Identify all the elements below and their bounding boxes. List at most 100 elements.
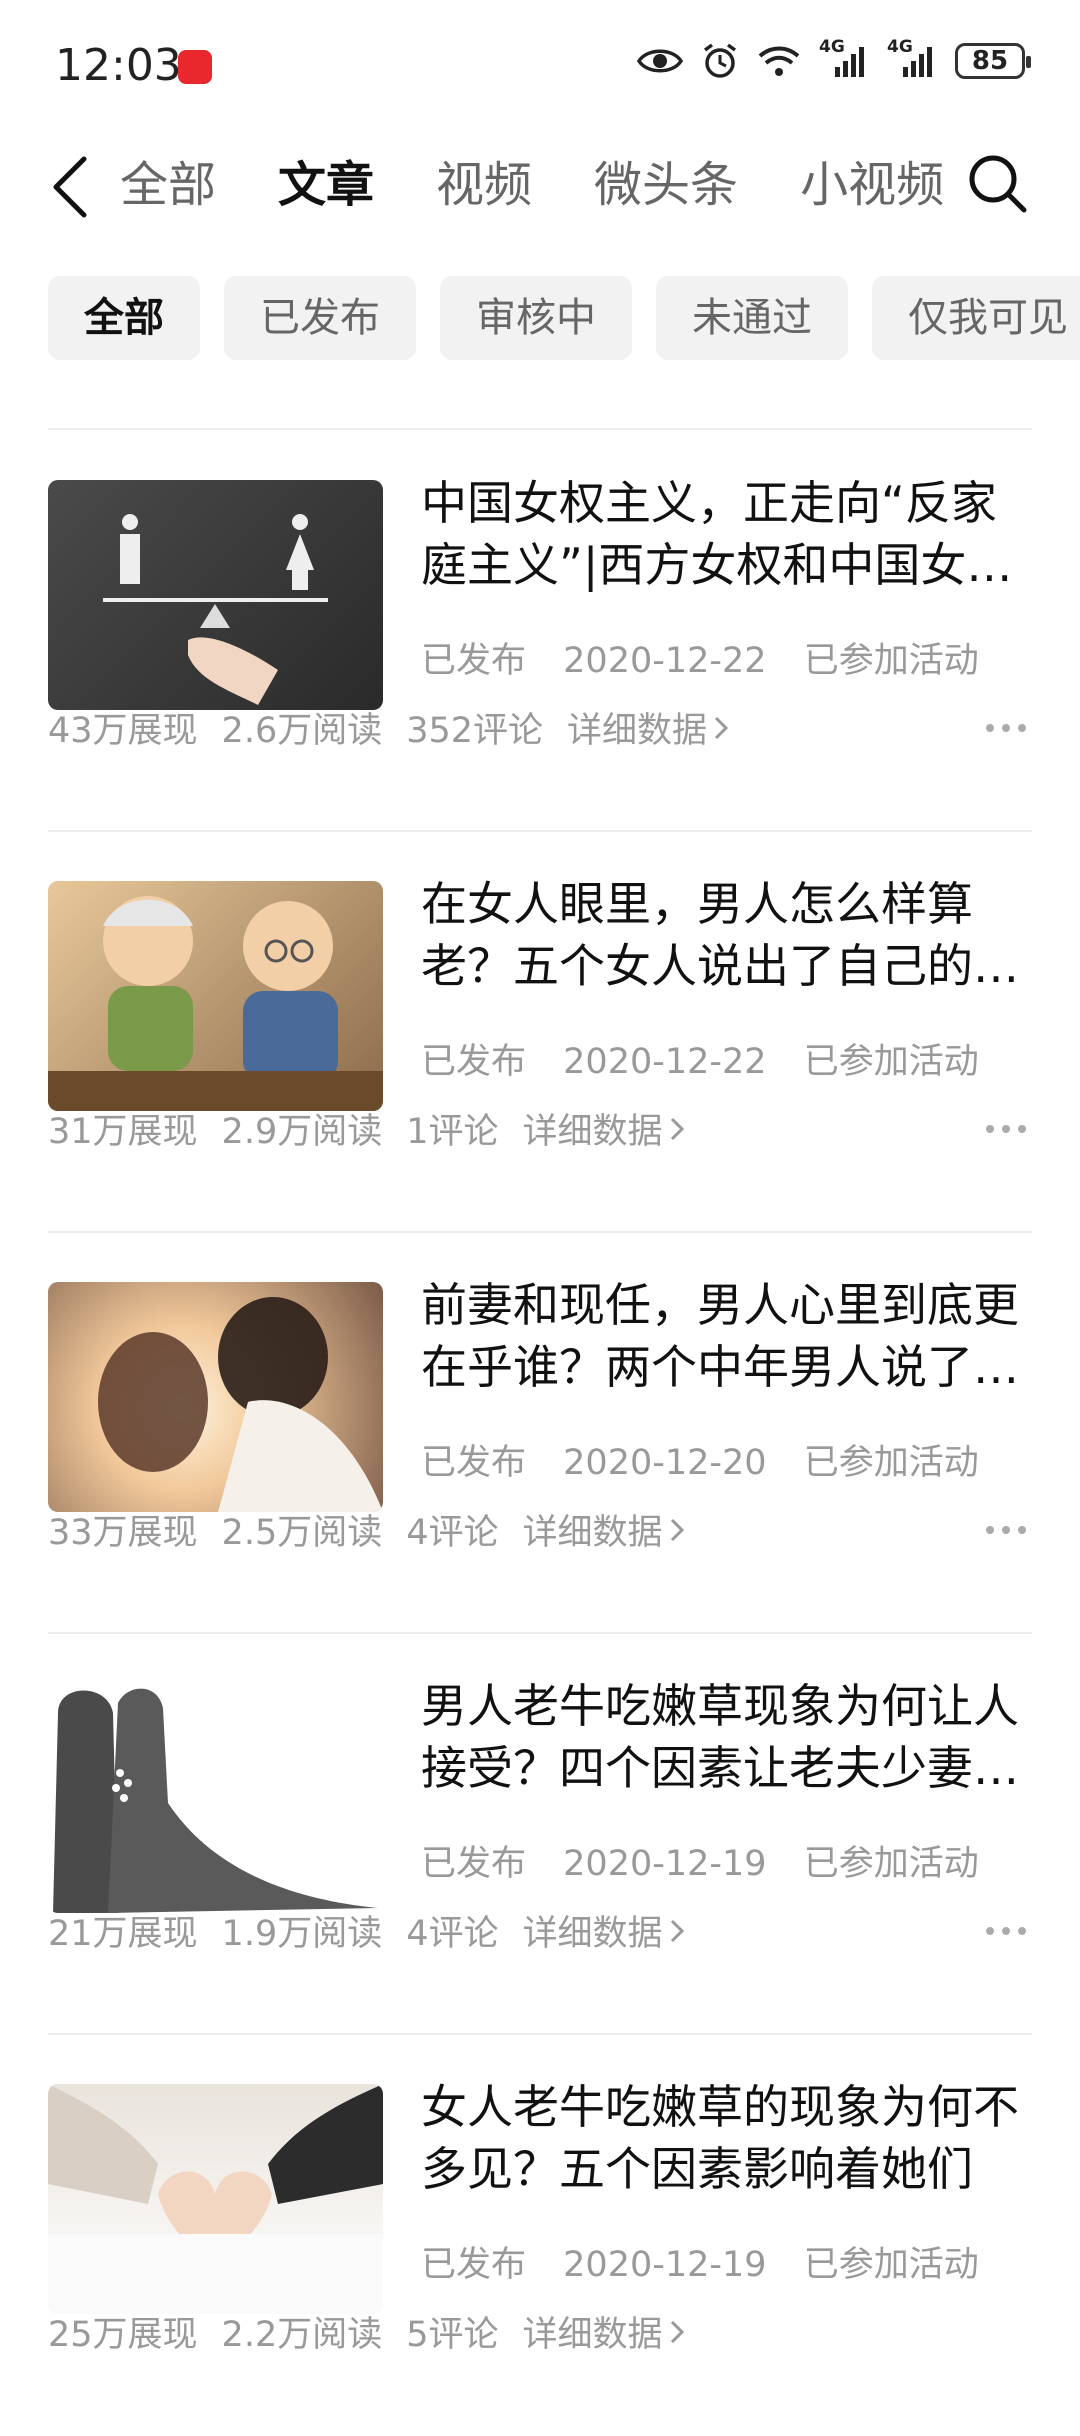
article-meta: 已发布 2020-12-19 已参加活动 — [421, 1835, 1005, 1886]
article-status: 已发布 — [421, 1844, 527, 1884]
article-reads: 2.5万阅读 — [221, 1513, 383, 1553]
article-comments: 4评论 — [406, 1513, 499, 1553]
article-thumbnail[interactable] — [48, 1683, 383, 1913]
chevron-right-icon — [670, 1919, 684, 1942]
detail-data-label: 详细数据 — [522, 1112, 663, 1152]
article-activity: 已参加活动 — [803, 1042, 979, 1082]
tab-short-videos[interactable]: 小视频 — [800, 155, 944, 215]
article-card[interactable]: 前妻和现任，男人心里到底更在乎谁？两个中年男人说了实话 已发布 2020-12-… — [48, 1234, 1032, 1634]
article-thumbnail[interactable] — [48, 1282, 383, 1512]
article-stats: 43万展现 2.6万阅读 352评论 详细数据 — [48, 702, 753, 753]
article-views: 33万展现 — [48, 1513, 198, 1553]
eye-icon — [637, 49, 683, 73]
article-views: 43万展现 — [48, 711, 198, 751]
article-card[interactable]: 中国女权主义，正走向“反家庭主义”|西方女权和中国女权的区别 已发布 2020-… — [48, 432, 1032, 832]
signal-icon: 4G — [819, 37, 869, 79]
article-thumbnail[interactable] — [48, 881, 383, 1111]
article-meta: 已发布 2020-12-22 已参加活动 — [421, 632, 1005, 683]
battery-level: 85 — [971, 46, 1009, 76]
article-stats: 21万展现 1.9万阅读 4评论 详细数据 — [48, 1905, 709, 1956]
chevron-right-icon — [670, 1117, 684, 1140]
article-views: 21万展现 — [48, 1914, 198, 1954]
detail-data-link[interactable]: 详细数据 — [523, 1504, 685, 1555]
battery-icon: 85 — [955, 43, 1031, 79]
detail-data-link[interactable]: 详细数据 — [523, 1905, 685, 1956]
article-status: 已发布 — [421, 1443, 527, 1483]
article-views: 25万展现 — [48, 2315, 198, 2355]
alarm-icon — [703, 43, 737, 78]
article-meta: 已发布 2020-12-19 已参加活动 — [421, 2236, 1005, 2287]
article-title[interactable]: 男人老牛吃嫩草现象为何让人接受？四个因素让老夫少妻更多 — [421, 1675, 1032, 1799]
more-options-icon[interactable] — [986, 1125, 1026, 1133]
signal-icon-2: 4G — [887, 37, 937, 79]
article-activity: 已参加活动 — [803, 641, 979, 681]
status-bar: 12:03 4G 4G 85 — [0, 0, 1080, 130]
article-stats: 33万展现 2.5万阅读 4评论 详细数据 — [48, 1504, 709, 1555]
article-status: 已发布 — [421, 641, 527, 681]
detail-data-label: 详细数据 — [522, 1513, 663, 1553]
divider — [48, 1231, 1032, 1233]
article-date: 2020-12-19 — [563, 1844, 767, 1884]
article-card[interactable]: 女人老牛吃嫩草的现象为何不多见？五个因素影响着她们 已发布 2020-12-19… — [48, 2036, 1032, 2436]
article-reads: 1.9万阅读 — [221, 1914, 383, 1954]
app-notification-icon — [178, 50, 212, 84]
chevron-right-icon — [670, 2320, 684, 2343]
detail-data-link[interactable]: 详细数据 — [567, 702, 729, 753]
status-filter-chips: 全部 已发布 审核中 未通过 仅我可见 — [48, 276, 1080, 360]
detail-data-link[interactable]: 详细数据 — [523, 2306, 685, 2357]
article-status: 已发布 — [421, 2245, 527, 2285]
article-activity: 已参加活动 — [803, 1443, 979, 1483]
detail-data-label: 详细数据 — [522, 1914, 663, 1954]
article-comments: 4评论 — [406, 1914, 499, 1954]
more-options-icon[interactable] — [986, 1927, 1026, 1935]
chevron-right-icon — [670, 1518, 684, 1541]
article-date: 2020-12-19 — [563, 2245, 767, 2285]
more-options-icon[interactable] — [986, 1526, 1026, 1534]
detail-data-link[interactable]: 详细数据 — [523, 1103, 685, 1154]
article-reads: 2.6万阅读 — [221, 711, 383, 751]
article-thumbnail[interactable] — [48, 2084, 383, 2314]
article-card[interactable]: 男人老牛吃嫩草现象为何让人接受？四个因素让老夫少妻更多 已发布 2020-12-… — [48, 1635, 1032, 2035]
more-options-icon[interactable] — [986, 724, 1026, 732]
detail-data-label: 详细数据 — [522, 2315, 663, 2355]
article-thumbnail[interactable] — [48, 480, 383, 710]
article-stats: 25万展现 2.2万阅读 5评论 详细数据 — [48, 2306, 709, 2357]
status-time: 12:03 — [55, 40, 182, 91]
top-nav: 全部 文章 视频 微头条 小视频 — [0, 140, 1080, 230]
article-reads: 2.9万阅读 — [221, 1112, 383, 1152]
article-activity: 已参加活动 — [803, 2245, 979, 2285]
search-icon[interactable] — [966, 152, 1030, 216]
article-stats: 31万展现 2.9万阅读 1评论 详细数据 — [48, 1103, 709, 1154]
tab-articles[interactable]: 文章 — [278, 155, 374, 215]
article-activity: 已参加活动 — [803, 1844, 979, 1884]
article-views: 31万展现 — [48, 1112, 198, 1152]
tab-all[interactable]: 全部 — [120, 155, 216, 215]
filter-private[interactable]: 仅我可见 — [872, 276, 1080, 360]
divider — [48, 830, 1032, 832]
article-title[interactable]: 前妻和现任，男人心里到底更在乎谁？两个中年男人说了实话 — [421, 1274, 1032, 1398]
status-icons: 4G 4G 85 — [637, 37, 1031, 80]
filter-published[interactable]: 已发布 — [224, 276, 416, 360]
filter-all[interactable]: 全部 — [48, 276, 200, 360]
content-type-tabs: 全部 文章 视频 微头条 小视频 — [120, 155, 1006, 215]
article-comments: 1评论 — [406, 1112, 499, 1152]
article-date: 2020-12-22 — [563, 641, 767, 681]
article-title[interactable]: 女人老牛吃嫩草的现象为何不多见？五个因素影响着她们 — [421, 2076, 1032, 2200]
divider — [48, 428, 1032, 430]
back-arrow-icon[interactable] — [48, 155, 92, 219]
filter-reviewing[interactable]: 审核中 — [440, 276, 632, 360]
article-title[interactable]: 在女人眼里，男人怎么样算老？五个女人说出了自己的看法 — [421, 873, 1032, 997]
article-reads: 2.2万阅读 — [221, 2315, 383, 2355]
tab-videos[interactable]: 视频 — [436, 155, 532, 215]
article-meta: 已发布 2020-12-22 已参加活动 — [421, 1033, 1005, 1084]
filter-rejected[interactable]: 未通过 — [656, 276, 848, 360]
article-comments: 5评论 — [406, 2315, 499, 2355]
article-title[interactable]: 中国女权主义，正走向“反家庭主义”|西方女权和中国女权的区别 — [421, 472, 1032, 596]
tab-micro-posts[interactable]: 微头条 — [594, 155, 738, 215]
article-status: 已发布 — [421, 1042, 527, 1082]
wifi-icon — [758, 46, 800, 76]
article-date: 2020-12-22 — [563, 1042, 767, 1082]
article-meta: 已发布 2020-12-20 已参加活动 — [421, 1434, 1005, 1485]
article-card[interactable]: 在女人眼里，男人怎么样算老？五个女人说出了自己的看法 已发布 2020-12-2… — [48, 833, 1032, 1233]
detail-data-label: 详细数据 — [567, 711, 708, 751]
